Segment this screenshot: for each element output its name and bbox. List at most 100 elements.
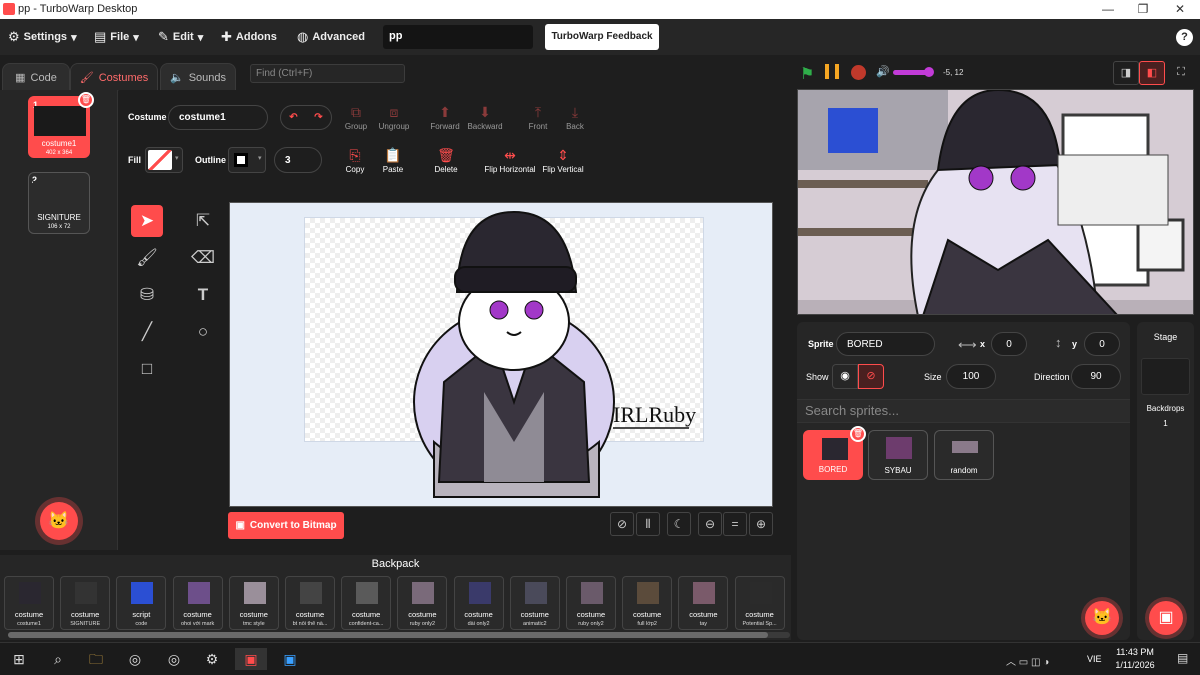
zoom-in-button[interactable]: ⊕ — [749, 512, 773, 536]
backpack-item[interactable]: costume bt nối thể nà... — [285, 576, 335, 630]
normal-stage-button[interactable]: ◧ — [1139, 61, 1165, 85]
project-title-input[interactable]: pp — [383, 25, 533, 49]
backpack-item[interactable]: costume animatic2 — [509, 576, 560, 630]
undo-icon[interactable]: ↶ — [289, 112, 297, 123]
paste-button[interactable]: 📋 Paste — [378, 147, 408, 174]
ungroup-button[interactable]: ⧈ Ungroup — [374, 104, 414, 131]
front-button[interactable]: ⤒ Front — [522, 104, 554, 131]
show-sprite-button[interactable]: ◉ — [832, 364, 858, 389]
backpack-item[interactable]: costume dài only2 — [453, 576, 504, 630]
backpack-scrollbar[interactable] — [8, 632, 790, 638]
sprite-item-sybau[interactable]: SYBAU — [868, 430, 928, 480]
search-icon[interactable]: ⌕ — [47, 648, 69, 670]
backpack-title[interactable]: Backpack — [0, 558, 791, 570]
brush-smooth-button[interactable]: ⊘ — [610, 512, 634, 536]
fullscreen-button[interactable]: ⛶ — [1168, 61, 1194, 85]
hide-sprite-button[interactable]: ⊘ — [858, 364, 884, 389]
backpack-item[interactable]: costume ohoi với mark — [172, 576, 223, 630]
backpack-item[interactable]: costume tmc style — [228, 576, 279, 630]
direction-input[interactable]: 90 — [1071, 364, 1121, 389]
backpack-item[interactable]: costume SIGNITURE — [60, 576, 111, 630]
backpack-item[interactable]: costume ruby only2 — [397, 576, 448, 630]
find-input[interactable]: Find (Ctrl+F) — [250, 64, 405, 83]
turbowarp-taskbar-icon[interactable]: ▣ — [235, 648, 267, 670]
size-input[interactable]: 100 — [946, 364, 996, 389]
clock-date[interactable]: 1/11/2026 — [1112, 660, 1158, 670]
chrome-icon[interactable]: ◎ — [124, 648, 146, 670]
fill-color-picker[interactable]: ▾ — [145, 147, 183, 173]
text-tool[interactable]: T — [187, 279, 219, 311]
green-flag-icon[interactable]: ⚑ — [800, 64, 814, 84]
forward-button[interactable]: ⬆ Forward — [426, 104, 464, 131]
outline-color-picker[interactable]: ▾ — [228, 147, 266, 173]
sprite-item-random[interactable]: random — [934, 430, 994, 480]
reshape-tool[interactable]: ⇱ — [187, 205, 219, 237]
stage-canvas[interactable] — [797, 89, 1194, 315]
group-button[interactable]: ⧉ Group — [340, 104, 372, 131]
outline-width-input[interactable]: 3 — [274, 147, 322, 173]
help-icon[interactable]: ? — [1176, 29, 1193, 46]
dark-mode-button[interactable]: ☾ — [667, 512, 691, 536]
minimize-button[interactable]: — — [1098, 2, 1118, 17]
scrollbar-thumb[interactable] — [8, 632, 768, 638]
notification-icon[interactable]: ▤ — [1177, 651, 1188, 665]
add-sprite-button[interactable]: 🐱 — [1085, 601, 1119, 635]
maximize-button[interactable]: ❐ — [1133, 2, 1153, 17]
close-button[interactable]: ✕ — [1170, 2, 1190, 17]
file-menu[interactable]: ▤ File ▾ — [94, 27, 139, 47]
zoom-reset-button[interactable]: = — [723, 512, 747, 536]
back-button[interactable]: ⤓ Back — [560, 104, 590, 131]
y-input[interactable]: 0 — [1084, 332, 1120, 356]
circle-tool[interactable]: ○ — [187, 316, 219, 348]
add-backdrop-button[interactable]: ▣ — [1149, 601, 1183, 635]
clock-time[interactable]: 11:43 PM — [1112, 647, 1158, 657]
windows-start-icon[interactable]: ⊞ — [8, 648, 30, 670]
copy-button[interactable]: ⎘ Copy — [340, 147, 370, 174]
zoom-out-button[interactable]: ⊖ — [698, 512, 722, 536]
x-input[interactable]: 0 — [991, 332, 1027, 356]
backpack-item[interactable]: costume Potential Sp... — [734, 576, 785, 630]
backpack-item[interactable]: costume ruby only2 — [566, 576, 616, 630]
select-tool[interactable]: ➤ — [131, 205, 163, 237]
edit-menu[interactable]: ✎ Edit ▾ — [158, 27, 203, 47]
line-tool[interactable]: ╱ — [131, 316, 163, 348]
fill-tool[interactable]: ⛁ — [131, 279, 163, 311]
tray-icons[interactable]: ︿ ▭ ◫ ◑ — [1006, 653, 1049, 668]
stop-icon[interactable] — [851, 65, 866, 80]
volume-slider-handle[interactable] — [924, 67, 934, 77]
tab-costumes[interactable]: 🖌 Costumes — [70, 63, 158, 91]
tab-code[interactable]: ▦ Code — [2, 63, 70, 91]
tab-sounds[interactable]: 🔈 Sounds — [160, 63, 236, 91]
costume-name-input[interactable]: costume1 — [168, 105, 268, 130]
backward-button[interactable]: ⬇ Backward — [464, 104, 506, 131]
backpack-item[interactable]: costume tay — [678, 576, 729, 630]
backpack-item[interactable]: script code — [116, 576, 167, 630]
flip-vertical-button[interactable]: ⇕ Flip Vertical — [540, 147, 586, 174]
delete-sprite-icon[interactable]: 🗑 — [850, 426, 866, 442]
backpack-item[interactable]: costume costume1 — [4, 576, 54, 630]
redo-icon[interactable]: ↷ — [314, 112, 322, 123]
advanced-menu[interactable]: ◍ Advanced — [297, 27, 365, 47]
costume-item-2[interactable]: 2 SIGNITURE 106 x 72 — [28, 172, 90, 234]
backpack-item[interactable]: costume confident-ca... — [341, 576, 392, 630]
settings-gear-icon[interactable]: ⚙ — [201, 648, 223, 670]
add-costume-button[interactable]: 🐱 — [40, 502, 78, 540]
delete-costume-icon[interactable]: 🗑 — [78, 92, 94, 108]
pause-icon[interactable] — [825, 64, 839, 79]
backpack-item[interactable]: costume full lớp2 — [622, 576, 673, 630]
convert-to-bitmap-button[interactable]: ▣ Convert to Bitmap — [228, 512, 344, 539]
app-store-icon[interactable]: ▣ — [279, 648, 301, 670]
file-explorer-icon[interactable]: 🗀 — [85, 648, 107, 670]
stage-thumbnail[interactable] — [1141, 358, 1190, 395]
guides-button[interactable]: ⦀ — [636, 512, 660, 536]
language-indicator[interactable]: VIE — [1087, 654, 1102, 664]
addons-menu[interactable]: ✚ Addons — [221, 27, 277, 47]
chrome-profile-icon[interactable]: ◎ — [163, 648, 185, 670]
sprite-name-input[interactable]: BORED — [836, 332, 935, 356]
settings-menu[interactable]: ⚙ Settings ▾ — [8, 27, 77, 47]
small-stage-button[interactable]: ◨ — [1113, 61, 1139, 85]
delete-button[interactable]: 🗑 Delete — [430, 147, 462, 174]
eraser-tool[interactable]: ⌫ — [187, 242, 219, 274]
feedback-button[interactable]: TurboWarp Feedback — [545, 24, 659, 50]
search-sprites-input[interactable]: Search sprites... — [797, 399, 1130, 423]
